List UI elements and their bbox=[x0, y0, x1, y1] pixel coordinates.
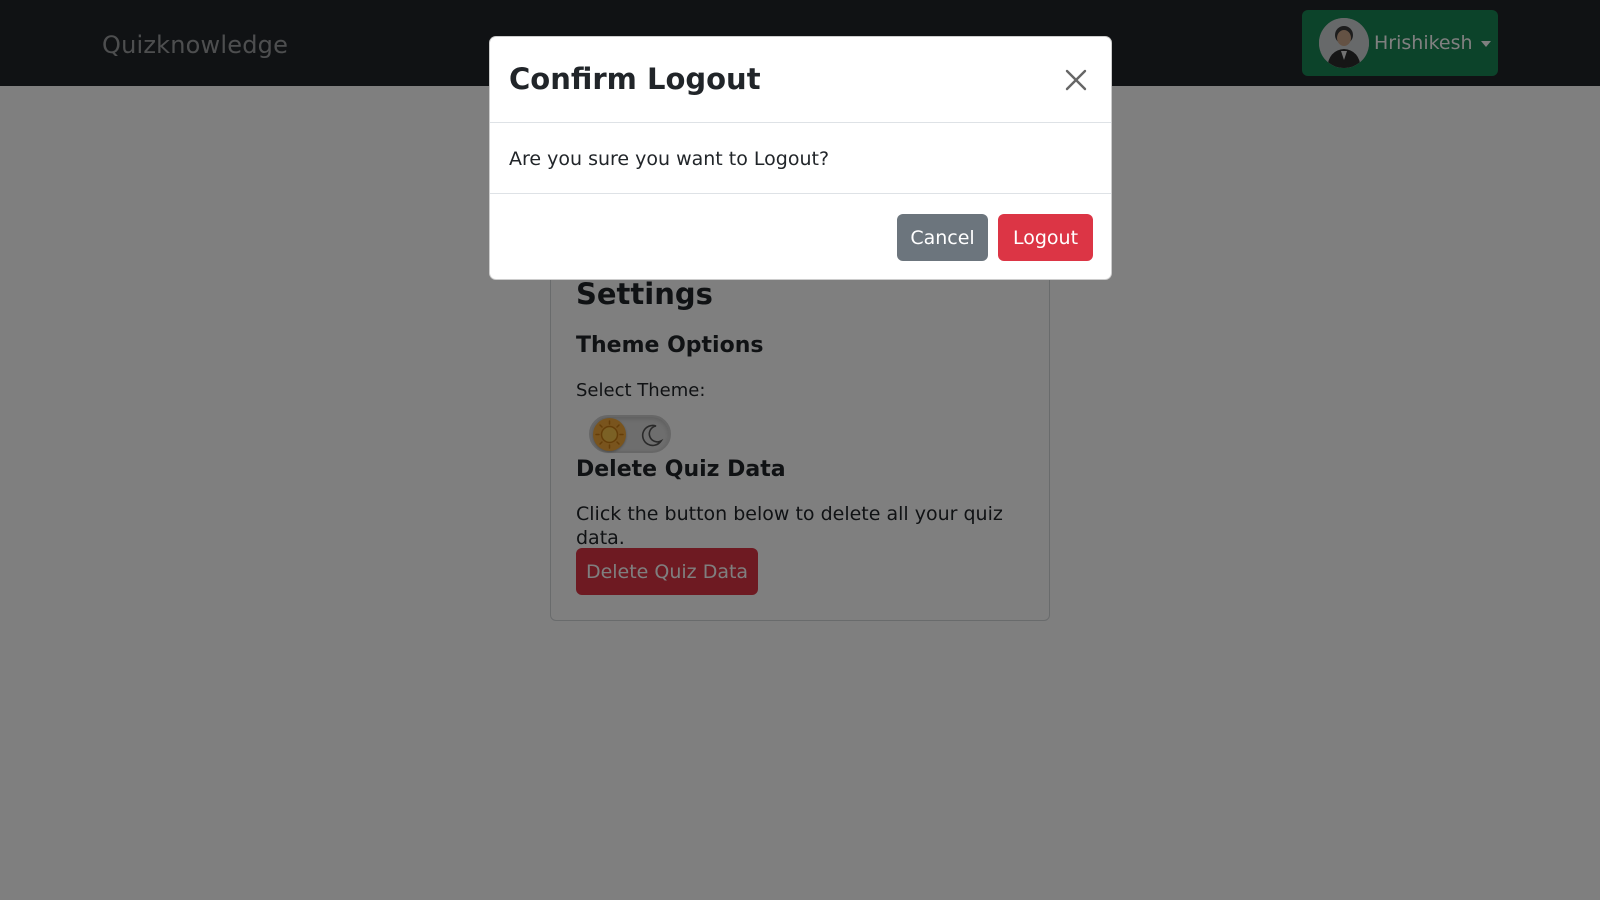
modal-title: Confirm Logout bbox=[509, 62, 761, 96]
modal-body: Are you sure you want to Logout? bbox=[490, 123, 1111, 194]
close-button[interactable] bbox=[1060, 64, 1092, 96]
modal-message: Are you sure you want to Logout? bbox=[509, 148, 830, 170]
close-icon bbox=[1065, 69, 1087, 91]
modal-footer: Cancel Logout bbox=[490, 194, 1111, 281]
logout-button[interactable]: Logout bbox=[998, 214, 1093, 261]
logout-modal: Confirm Logout Are you sure you want to … bbox=[489, 36, 1112, 280]
modal-header: Confirm Logout bbox=[490, 37, 1111, 123]
cancel-button[interactable]: Cancel bbox=[897, 214, 988, 261]
